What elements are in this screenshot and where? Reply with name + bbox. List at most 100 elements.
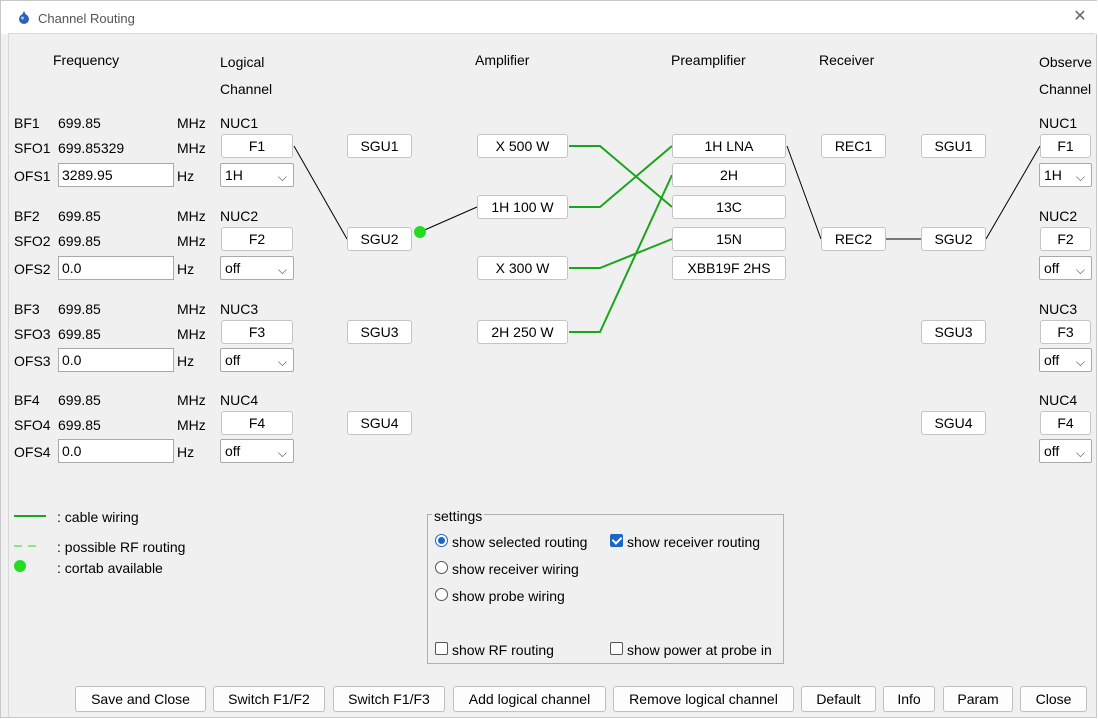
obs-nucleus1-select[interactable]: 1H ⌵ [1039,163,1092,187]
preamp-2h[interactable]: 2H [672,163,786,187]
nucleus1-select[interactable]: 1H ⌵ [220,163,294,187]
bf3-unit: MHz [177,301,206,317]
obs-f2-button[interactable]: F2 [1040,227,1091,251]
observe-sgu3[interactable]: SGU3 [921,320,986,344]
preamp-xbb19f-2hs[interactable]: XBB19F 2HS [672,256,786,280]
remove-logical-channel-button[interactable]: Remove logical channel [613,686,794,712]
default-button[interactable]: Default [801,686,876,712]
chevron-down-icon: ⌵ [277,263,287,277]
ofs2-unit: Hz [177,261,195,277]
header-frequency: Frequency [53,52,120,68]
close-icon[interactable]: ✕ [1071,8,1089,26]
amplifier-1h100w[interactable]: 1H 100 W [477,195,568,219]
observe-sgu1[interactable]: SGU1 [921,134,986,158]
header-observe: Observe [1039,54,1092,70]
sgu2-button[interactable]: SGU2 [347,227,412,251]
bf4-value: 699.85 [58,392,101,408]
f3-button[interactable]: F3 [221,320,293,344]
sfo1-value: 699.85329 [58,140,125,156]
header-amplifier: Amplifier [475,52,530,68]
f2-button[interactable]: F2 [221,227,293,251]
nucleus2-select[interactable]: off ⌵ [220,256,294,280]
obs-f1-button[interactable]: F1 [1040,134,1091,158]
chevron-down-icon: ⌵ [1075,446,1085,460]
switch-f1-f3-button[interactable]: Switch F1/F3 [333,686,445,712]
show-receiver-wiring-radio[interactable] [435,561,448,574]
title-bar: Channel Routing ✕ [1,1,1097,34]
chevron-down-icon: ⌵ [1075,263,1085,277]
amplifier-x500w[interactable]: X 500 W [477,134,568,158]
settings-title: settings [432,508,485,524]
sfo4-unit: MHz [177,417,206,433]
f1-button[interactable]: F1 [221,134,293,158]
show-probe-wiring-label: show probe wiring [452,588,565,604]
legend-cable-text: : cable wiring [57,509,139,525]
ofs4-input[interactable]: 0.0 [58,439,174,463]
ofs3-label: OFS3 [14,353,51,369]
obs-nuc1-label: NUC1 [1039,115,1078,131]
observe-sgu4[interactable]: SGU4 [921,411,986,435]
receiver-rec2[interactable]: REC2 [821,227,886,251]
nucleus3-select[interactable]: off ⌵ [220,348,294,372]
obs-nucleus1-value: 1H [1044,167,1062,183]
obs-nucleus4-select[interactable]: off ⌵ [1039,439,1092,463]
preamp-15n[interactable]: 15N [672,227,786,251]
sfo1-label: SFO1 [14,140,51,156]
sgu4-button[interactable]: SGU4 [347,411,412,435]
sgu3-button[interactable]: SGU3 [347,320,412,344]
chevron-down-icon: ⌵ [1075,170,1085,184]
header-logical: Logical [220,54,265,70]
obs-nuc2-label: NUC2 [1039,208,1078,224]
receiver-rec1[interactable]: REC1 [821,134,886,158]
obs-nucleus2-select[interactable]: off ⌵ [1039,256,1092,280]
amplifier-x300w[interactable]: X 300 W [477,256,568,280]
nucleus1-value: 1H [225,167,243,183]
obs-nucleus3-select[interactable]: off ⌵ [1039,348,1092,372]
obs-f4-button[interactable]: F4 [1040,411,1091,435]
header-channel: Channel [220,81,273,97]
bf2-value: 699.85 [58,208,101,224]
sgu1-button[interactable]: SGU1 [347,134,412,158]
observe-sgu2[interactable]: SGU2 [921,227,986,251]
show-power-at-probe-label: show power at probe in [627,642,772,658]
nucleus4-select[interactable]: off ⌵ [220,439,294,463]
nucleus3-value: off [225,352,241,368]
sfo2-label: SFO2 [14,233,51,249]
nuc2-label: NUC2 [220,208,259,224]
obs-nucleus2-value: off [1044,260,1060,276]
obs-nuc4-label: NUC4 [1039,392,1078,408]
switch-f1-f2-button[interactable]: Switch F1/F2 [213,686,325,712]
close-button[interactable]: Close [1020,686,1087,712]
chevron-down-icon: ⌵ [277,446,287,460]
bf3-value: 699.85 [58,301,101,317]
obs-f3-button[interactable]: F3 [1040,320,1091,344]
chevron-down-icon: ⌵ [277,170,287,184]
ofs2-input[interactable]: 0.0 [58,256,174,280]
show-rf-routing-checkbox[interactable] [435,642,448,655]
add-logical-channel-button[interactable]: Add logical channel [453,686,606,712]
show-receiver-routing-label: show receiver routing [627,534,761,550]
info-button[interactable]: Info [883,686,935,712]
ofs3-input[interactable]: 0.0 [58,348,174,372]
param-button[interactable]: Param [943,686,1013,712]
obs-nucleus4-value: off [1044,443,1060,459]
show-receiver-routing-checkbox[interactable] [610,534,623,547]
ofs3-unit: Hz [177,353,195,369]
preamp-13c[interactable]: 13C [672,195,786,219]
bf2-unit: MHz [177,208,206,224]
ofs1-unit: Hz [177,168,195,184]
show-power-at-probe-checkbox[interactable] [610,642,623,655]
show-selected-routing-label: show selected routing [452,534,588,550]
save-and-close-button[interactable]: Save and Close [75,686,206,712]
preamp-1h-lna[interactable]: 1H LNA [672,134,786,158]
show-probe-wiring-radio[interactable] [435,588,448,601]
chevron-down-icon: ⌵ [1075,355,1085,369]
amplifier-2h250w[interactable]: 2H 250 W [477,320,568,344]
ofs1-input[interactable]: 3289.95 [58,163,174,187]
ofs4-label: OFS4 [14,444,51,460]
window-title: Channel Routing [38,11,135,26]
show-selected-routing-radio[interactable] [435,534,448,547]
bf1-value: 699.85 [58,115,101,131]
header-observe-channel: Channel [1039,81,1092,97]
f4-button[interactable]: F4 [221,411,293,435]
